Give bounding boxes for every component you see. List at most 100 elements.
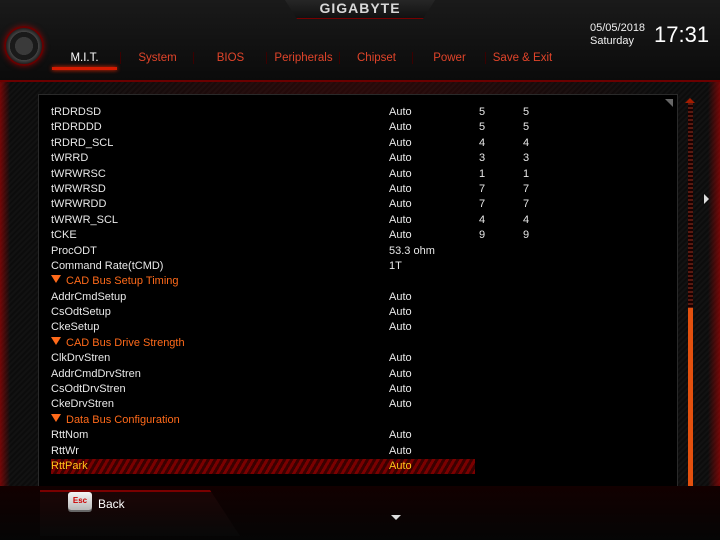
channel-a-value: 5 bbox=[479, 106, 486, 118]
section-label: Data Bus Configuration bbox=[51, 413, 180, 428]
channel-a-value: 9 bbox=[479, 229, 486, 242]
setting-value: Auto bbox=[389, 429, 412, 442]
clock-date-block: 05/05/2018 Saturday bbox=[590, 22, 645, 48]
setting-value: Auto bbox=[389, 459, 412, 472]
setting-name: tWRWRSD bbox=[51, 182, 106, 195]
setting-value: Auto bbox=[389, 306, 412, 319]
setting-row[interactable]: tRDRDDD Auto 5 5 bbox=[51, 120, 661, 135]
setting-value: Auto bbox=[389, 213, 412, 226]
setting-value: Auto bbox=[389, 444, 412, 457]
tab-bios[interactable]: BIOS bbox=[194, 50, 267, 72]
setting-name: tRDRDDD bbox=[51, 121, 102, 134]
tab-label: System bbox=[138, 52, 177, 64]
channel-b-value: 1 bbox=[523, 167, 530, 180]
setting-row[interactable]: AddrCmdDrvStren Auto bbox=[51, 367, 661, 382]
setting-row[interactable]: tWRWRSC Auto 1 1 bbox=[51, 167, 661, 182]
panel-corner-icon bbox=[665, 99, 673, 107]
setting-value: 1T bbox=[389, 259, 402, 272]
setting-row[interactable]: tCKE Auto 9 9 bbox=[51, 228, 661, 243]
setting-row[interactable]: CkeSetup Auto bbox=[51, 320, 661, 335]
tab-label: BIOS bbox=[216, 52, 245, 64]
setting-row[interactable]: Command Rate(tCMD) 1T bbox=[51, 259, 661, 274]
setting-value: Auto bbox=[389, 352, 412, 365]
channel-a-value: 7 bbox=[479, 198, 486, 211]
setting-name: CsOdtDrvStren bbox=[51, 383, 126, 396]
tab-power[interactable]: Power bbox=[413, 50, 486, 72]
setting-row[interactable]: CsOdtDrvStren Auto bbox=[51, 382, 661, 397]
setting-row[interactable]: tRDRD_SCL Auto 4 4 bbox=[51, 136, 661, 151]
setting-row[interactable]: tWRRD Auto 3 3 bbox=[51, 151, 661, 166]
settings-list: tRDRDSD Auto 5 5 tRDRDDD Auto 5 5 tRDRD_SCL Auto 4… bbox=[51, 105, 661, 475]
tab-system[interactable]: System bbox=[121, 50, 194, 72]
setting-row[interactable]: CkeDrvStren Auto bbox=[51, 397, 661, 412]
setting-row[interactable]: tWRWRDD Auto 7 7 bbox=[51, 197, 661, 212]
setting-name: CsOdtSetup bbox=[51, 306, 111, 319]
setting-name: RttWr bbox=[51, 444, 79, 457]
back-button[interactable]: Back bbox=[98, 497, 125, 511]
setting-name: ClkDrvStren bbox=[51, 352, 111, 365]
expand-triangle-icon bbox=[51, 413, 61, 422]
gigabyte-gear-logo-icon bbox=[4, 26, 44, 66]
tab-chipset[interactable]: Chipset bbox=[340, 50, 413, 72]
setting-value: Auto bbox=[389, 198, 412, 211]
tab-save-exit[interactable]: Save & Exit bbox=[486, 50, 559, 72]
setting-row[interactable]: CsOdtSetup Auto bbox=[51, 305, 661, 320]
tab-peripherals[interactable]: Peripherals bbox=[267, 50, 340, 72]
setting-name: ProcODT bbox=[51, 244, 97, 257]
setting-name: RttNom bbox=[51, 429, 89, 442]
page-right-arrow-icon[interactable] bbox=[704, 194, 709, 204]
setting-name: CkeDrvStren bbox=[51, 398, 114, 411]
scrollbar-thumb[interactable] bbox=[688, 308, 693, 491]
clock-day: Saturday bbox=[590, 35, 635, 47]
setting-value: 53.3 ohm bbox=[389, 244, 435, 257]
section-label: CAD Bus Drive Strength bbox=[51, 336, 185, 351]
channel-b-value: 4 bbox=[523, 136, 530, 149]
esc-key-icon[interactable]: Esc bbox=[68, 492, 92, 510]
setting-value: Auto bbox=[389, 290, 412, 303]
setting-name: AddrCmdSetup bbox=[51, 290, 127, 303]
setting-row[interactable]: tWRWR_SCL Auto 4 4 bbox=[51, 213, 661, 228]
setting-row[interactable]: ProcODT 53.3 ohm bbox=[51, 244, 661, 259]
setting-name: tWRRD bbox=[51, 152, 89, 165]
tab-label: Chipset bbox=[357, 52, 396, 64]
channel-b-value: 5 bbox=[523, 106, 530, 118]
setting-name: tRDRDSD bbox=[51, 106, 102, 118]
setting-name: tRDRD_SCL bbox=[51, 136, 114, 149]
setting-name: tWRWRSC bbox=[51, 167, 106, 180]
expand-triangle-icon bbox=[51, 336, 61, 345]
channel-a-value: 7 bbox=[479, 182, 486, 195]
setting-row[interactable]: tRDRDSD Auto 5 5 bbox=[51, 105, 661, 120]
setting-value: Auto bbox=[389, 229, 412, 242]
tab-label: M.I.T. bbox=[70, 52, 99, 64]
section-header[interactable]: Data Bus Configuration bbox=[51, 413, 661, 428]
setting-row[interactable]: RttNom Auto bbox=[51, 428, 661, 443]
setting-name: RttPark bbox=[51, 459, 88, 472]
brand-title: GIGABYTE bbox=[319, 0, 401, 16]
clock-time: 17:31 bbox=[654, 22, 710, 47]
channel-b-value: 7 bbox=[523, 182, 530, 195]
right-glow-decoration bbox=[708, 60, 720, 540]
setting-row[interactable]: tWRWRSD Auto 7 7 bbox=[51, 182, 661, 197]
expand-triangle-icon bbox=[51, 275, 61, 284]
setting-row[interactable]: RttWr Auto bbox=[51, 444, 661, 459]
setting-value: Auto bbox=[389, 367, 412, 380]
channel-a-value: 5 bbox=[479, 121, 486, 134]
setting-value: Auto bbox=[389, 321, 412, 334]
section-header[interactable]: CAD Bus Drive Strength bbox=[51, 336, 661, 351]
setting-name: Command Rate(tCMD) bbox=[51, 259, 164, 272]
setting-name: tCKE bbox=[51, 229, 77, 242]
setting-value: Auto bbox=[389, 398, 412, 411]
setting-value: Auto bbox=[389, 121, 412, 134]
setting-row[interactable]: AddrCmdSetup Auto bbox=[51, 290, 661, 305]
setting-row[interactable]: RttPark Auto bbox=[51, 458, 475, 475]
main-tabs: M.I.T. System BIOS Peripherals Chipset P… bbox=[48, 50, 559, 72]
channel-a-value: 4 bbox=[479, 213, 486, 226]
tab-label: Save & Exit bbox=[492, 52, 553, 64]
page-down-arrow-icon[interactable] bbox=[391, 515, 401, 520]
setting-name: AddrCmdDrvStren bbox=[51, 367, 141, 380]
setting-row[interactable]: ClkDrvStren Auto bbox=[51, 351, 661, 366]
section-header[interactable]: CAD Bus Setup Timing bbox=[51, 274, 661, 289]
settings-panel: tRDRDSD Auto 5 5 tRDRDDD Auto 5 5 tRDRD_SCL Auto 4… bbox=[38, 94, 678, 516]
setting-value: Auto bbox=[389, 167, 412, 180]
tab-mit[interactable]: M.I.T. bbox=[48, 50, 121, 72]
